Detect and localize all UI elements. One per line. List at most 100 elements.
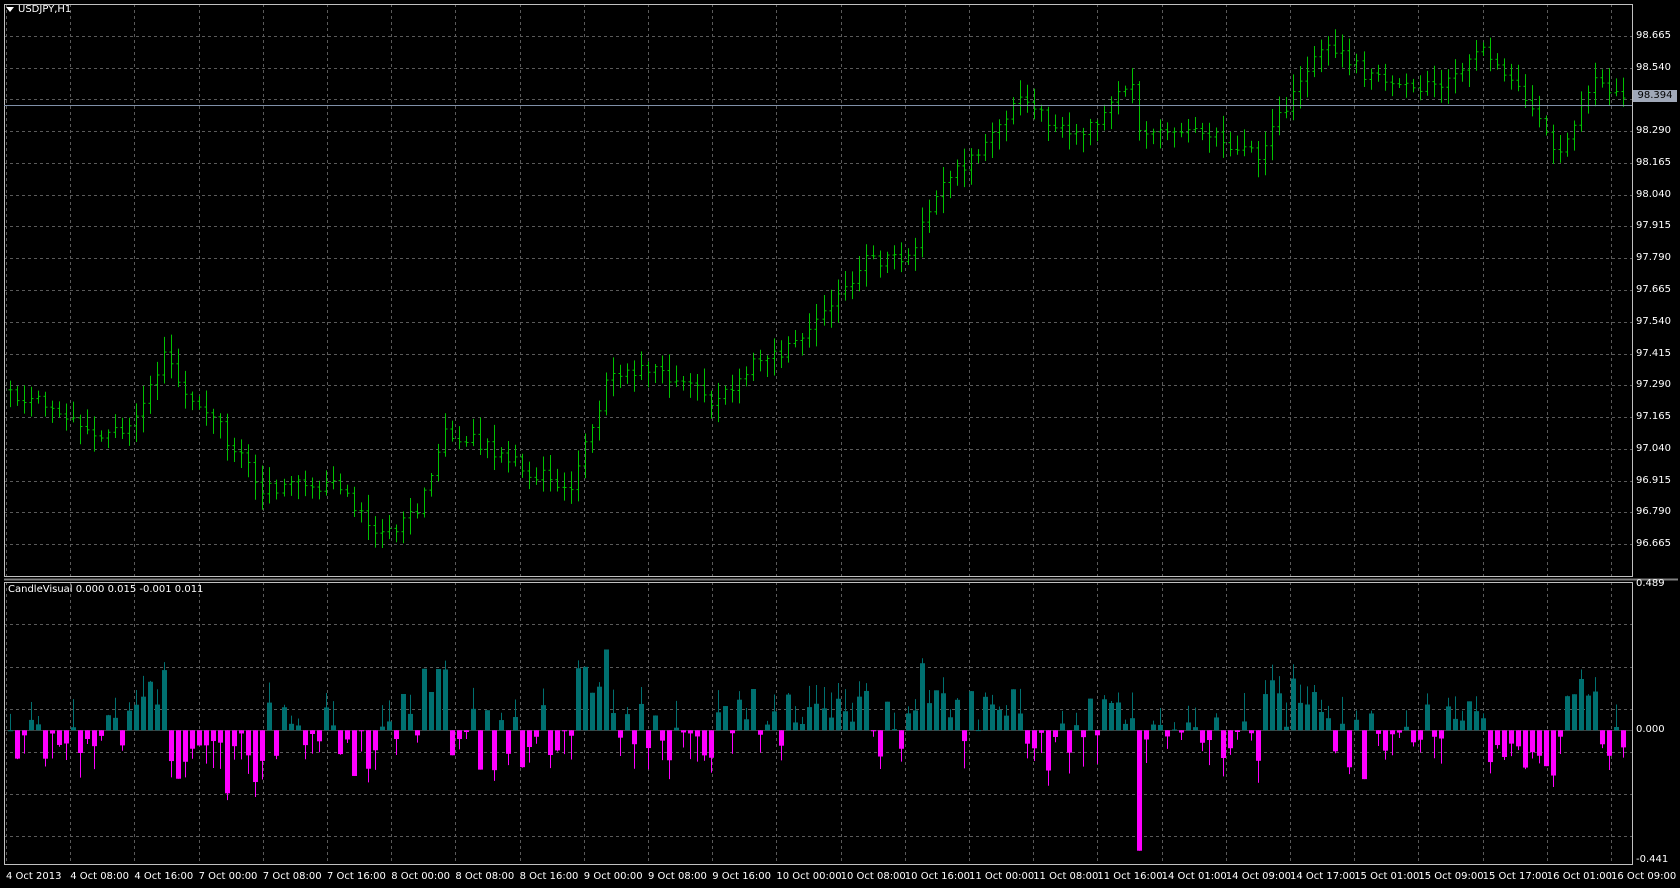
histogram-bar <box>1143 730 1150 763</box>
ohlc-bar <box>569 471 574 504</box>
histogram-bar <box>1248 730 1255 741</box>
histogram-bar <box>273 730 280 760</box>
time-axis-label: 7 Oct 08:00 <box>262 871 322 882</box>
ohlc-bar <box>485 438 490 459</box>
histogram-bar <box>1529 730 1536 759</box>
ohlc-bar <box>1411 78 1416 93</box>
mt4-chart-window[interactable]: USDJPY,H1 CandleVisual 0.000 0.015 -0.00… <box>0 0 1680 888</box>
histogram-bar <box>498 712 505 731</box>
histogram-bar <box>863 683 870 731</box>
indicator-label: CandleVisual 0.000 0.015 -0.001 0.011 <box>8 584 204 595</box>
ohlc-bar <box>1369 68 1374 90</box>
histogram-bar <box>189 730 196 759</box>
histogram-bar <box>1080 730 1087 767</box>
histogram-bar <box>203 730 210 764</box>
histogram-bar <box>540 688 547 731</box>
ohlc-bar <box>653 363 658 384</box>
histogram-bar <box>596 682 603 731</box>
histogram-bar <box>323 692 330 731</box>
histogram-bar <box>1297 684 1304 731</box>
ohlc-bar <box>843 270 848 301</box>
histogram-bar <box>701 730 708 761</box>
ohlc-bar <box>990 122 995 159</box>
ohlc-bar <box>730 374 735 403</box>
ohlc-bar <box>850 271 855 300</box>
ohlc-bar <box>1186 118 1191 143</box>
ohlc-bar <box>317 480 322 500</box>
ohlc-bar <box>1249 140 1254 153</box>
ohlc-bar <box>913 237 918 271</box>
histogram-bar <box>224 730 231 801</box>
ohlc-bar <box>822 294 827 326</box>
price-axis-label: 97.665 <box>1636 284 1671 295</box>
ohlc-bar <box>450 420 455 442</box>
histogram-bar <box>989 694 996 731</box>
histogram-bar <box>309 730 316 754</box>
time-axis-label: 11 Oct 00:00 <box>969 871 1035 882</box>
price-pane-frame <box>4 4 1633 577</box>
histogram-bar <box>568 730 575 760</box>
histogram-bar <box>1269 664 1276 731</box>
ohlc-bar <box>1214 127 1219 147</box>
triangle-down-icon[interactable] <box>6 6 14 12</box>
histogram-bar <box>926 690 933 731</box>
histogram-bar <box>7 713 14 732</box>
ohlc-bar <box>15 386 20 406</box>
histogram-bar <box>968 691 975 731</box>
ohlc-bar <box>1284 97 1289 119</box>
histogram-bar <box>603 649 610 731</box>
ohlc-bar <box>1102 104 1107 131</box>
price-axis-label: 98.040 <box>1636 188 1671 200</box>
chart-title[interactable]: USDJPY,H1 <box>6 4 71 16</box>
histogram-bar <box>1052 730 1059 743</box>
ohlc-bar <box>1333 29 1338 58</box>
ohlc-bar <box>674 365 679 387</box>
histogram-bar <box>316 730 323 753</box>
ohlc-bar <box>225 413 230 461</box>
ohlc-bar <box>1074 124 1079 145</box>
histogram-bar <box>849 702 856 731</box>
histogram-bar <box>154 689 161 731</box>
histogram-bar <box>1031 730 1038 761</box>
histogram-bar <box>743 707 750 731</box>
ohlc-bar <box>1572 120 1577 151</box>
histogram-bar <box>729 730 736 754</box>
histogram-bar <box>982 692 989 731</box>
histogram-bar <box>112 697 119 731</box>
time-axis-label: 14 Oct 01:00 <box>1161 871 1227 882</box>
ohlc-bar <box>814 303 819 347</box>
histogram-bar <box>1332 730 1339 754</box>
price-axis-label: 96.790 <box>1636 506 1671 518</box>
ohlc-bar <box>1151 128 1156 145</box>
ohlc-bar <box>1509 63 1514 90</box>
ohlc-bar <box>366 494 371 540</box>
ohlc-bar <box>1067 112 1072 150</box>
histogram-bar <box>940 677 947 731</box>
histogram-bar <box>1389 730 1396 756</box>
ohlc-bar <box>162 336 167 384</box>
time-axis-label: 16 Oct 01:00 <box>1546 871 1612 882</box>
ohlc-bar <box>681 376 686 391</box>
ohlc-bar <box>927 199 932 233</box>
histogram-bar <box>1508 730 1515 757</box>
ohlc-bar <box>997 119 1002 150</box>
histogram-bar <box>449 730 456 756</box>
ohlc-bar <box>148 375 153 414</box>
ohlc-bar <box>1235 135 1240 155</box>
ohlc-bar <box>1340 34 1345 68</box>
histogram-bar <box>554 730 561 752</box>
ohlc-bar <box>639 351 644 380</box>
ohlc-bar <box>632 360 637 392</box>
histogram-bar <box>806 685 813 731</box>
histogram-bar <box>1375 730 1382 746</box>
chart-canvas[interactable] <box>0 0 1680 888</box>
histogram-bar <box>35 715 42 731</box>
time-axis-label: 11 Oct 16:00 <box>1097 871 1163 882</box>
histogram-bar <box>351 730 358 776</box>
histogram-bar <box>1361 730 1368 780</box>
ohlc-bar <box>660 355 665 384</box>
ohlc-bar <box>1326 36 1331 66</box>
ohlc-bar <box>331 466 336 490</box>
price-axis-label: 97.040 <box>1636 442 1671 454</box>
time-axis-label: 8 Oct 08:00 <box>455 871 515 882</box>
